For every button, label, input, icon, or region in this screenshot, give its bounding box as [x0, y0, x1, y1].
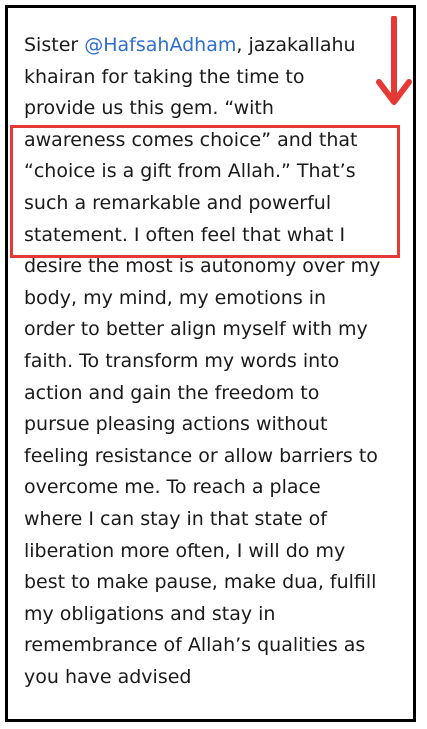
- comment-line: khairan for taking the time to: [24, 65, 305, 88]
- comment-line: order to better align myself with my: [24, 318, 368, 341]
- comment-line: desire the most is autonomy over my: [24, 255, 381, 278]
- comment-line: my obligations and stay in: [24, 602, 276, 625]
- comment-line: pursue pleasing actions without: [24, 413, 328, 436]
- comment-text: Sister @HafsahAdham, jazakallahu khairan…: [24, 30, 419, 693]
- comment-line: best to make pause, make dua, fulfill: [24, 571, 377, 594]
- comment-text-segment: , jazakallahu: [236, 34, 356, 56]
- comment-line: provide us this gem. “with: [24, 97, 274, 120]
- mention-link[interactable]: @HafsahAdham: [84, 34, 236, 56]
- comment-line: liberation more often, I will do my: [24, 539, 346, 562]
- comment-line: Sister @HafsahAdham, jazakallahu: [24, 30, 419, 62]
- comment-line: awareness comes choice” and that: [24, 128, 358, 151]
- comment-line: overcome me. To reach a place: [24, 476, 321, 499]
- comment-line: action and gain the freedom to: [24, 381, 320, 404]
- comment-text-segment: Sister: [24, 34, 85, 56]
- comment-line: faith. To transform my words into: [24, 349, 340, 372]
- comment-line: where I can stay in that state of: [24, 507, 327, 530]
- comment-line: such a remarkable and powerful: [24, 191, 332, 214]
- comment-line: statement. I often feel that what I: [24, 223, 346, 246]
- comment-line: feeling resistance or allow barriers to: [24, 444, 378, 467]
- down-arrow-icon: [376, 16, 412, 105]
- comment-line: “choice is a gift from Allah.” That’s: [24, 160, 356, 183]
- comment-line: you have advised: [24, 665, 192, 688]
- comment-line: body, my mind, my emotions in: [24, 286, 327, 309]
- comment-line: remembrance of Allah’s qualities as: [24, 634, 366, 657]
